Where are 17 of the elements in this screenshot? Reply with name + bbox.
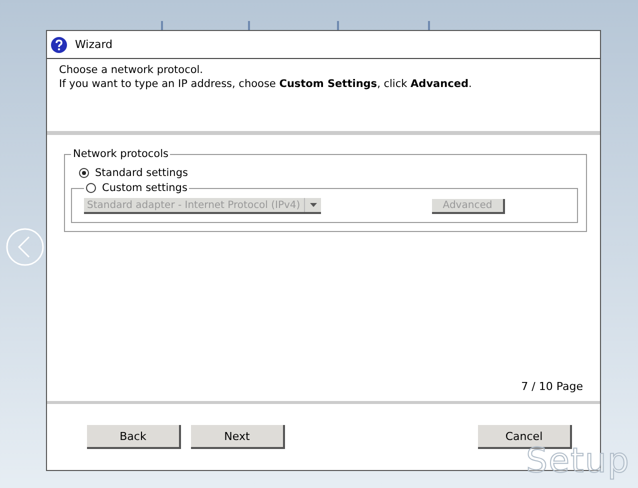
page-indicator: 7 / 10 Page: [521, 380, 584, 393]
step-marker: [337, 21, 339, 30]
instruction-text: If you want to type an IP address, choose Custom Settings, click Advanced.: [59, 77, 473, 91]
caret-icon: [310, 203, 317, 207]
wizard-button[interactable]: Next: [191, 425, 285, 449]
radio-button[interactable]: [86, 183, 96, 193]
step-marker: [428, 21, 430, 30]
radio-button[interactable]: [79, 168, 89, 178]
radio-label[interactable]: Standard settings: [95, 167, 188, 179]
window-title: Wizard: [75, 38, 113, 51]
radio-label[interactable]: Custom settings: [102, 182, 188, 194]
help-icon: [51, 36, 67, 52]
instruction-text: Choose a network protocol.: [59, 63, 204, 77]
step-marker: [161, 21, 163, 30]
step-marker: [248, 21, 250, 30]
group-title: Network protocols: [72, 148, 170, 160]
wizard-button[interactable]: Back: [87, 425, 181, 449]
